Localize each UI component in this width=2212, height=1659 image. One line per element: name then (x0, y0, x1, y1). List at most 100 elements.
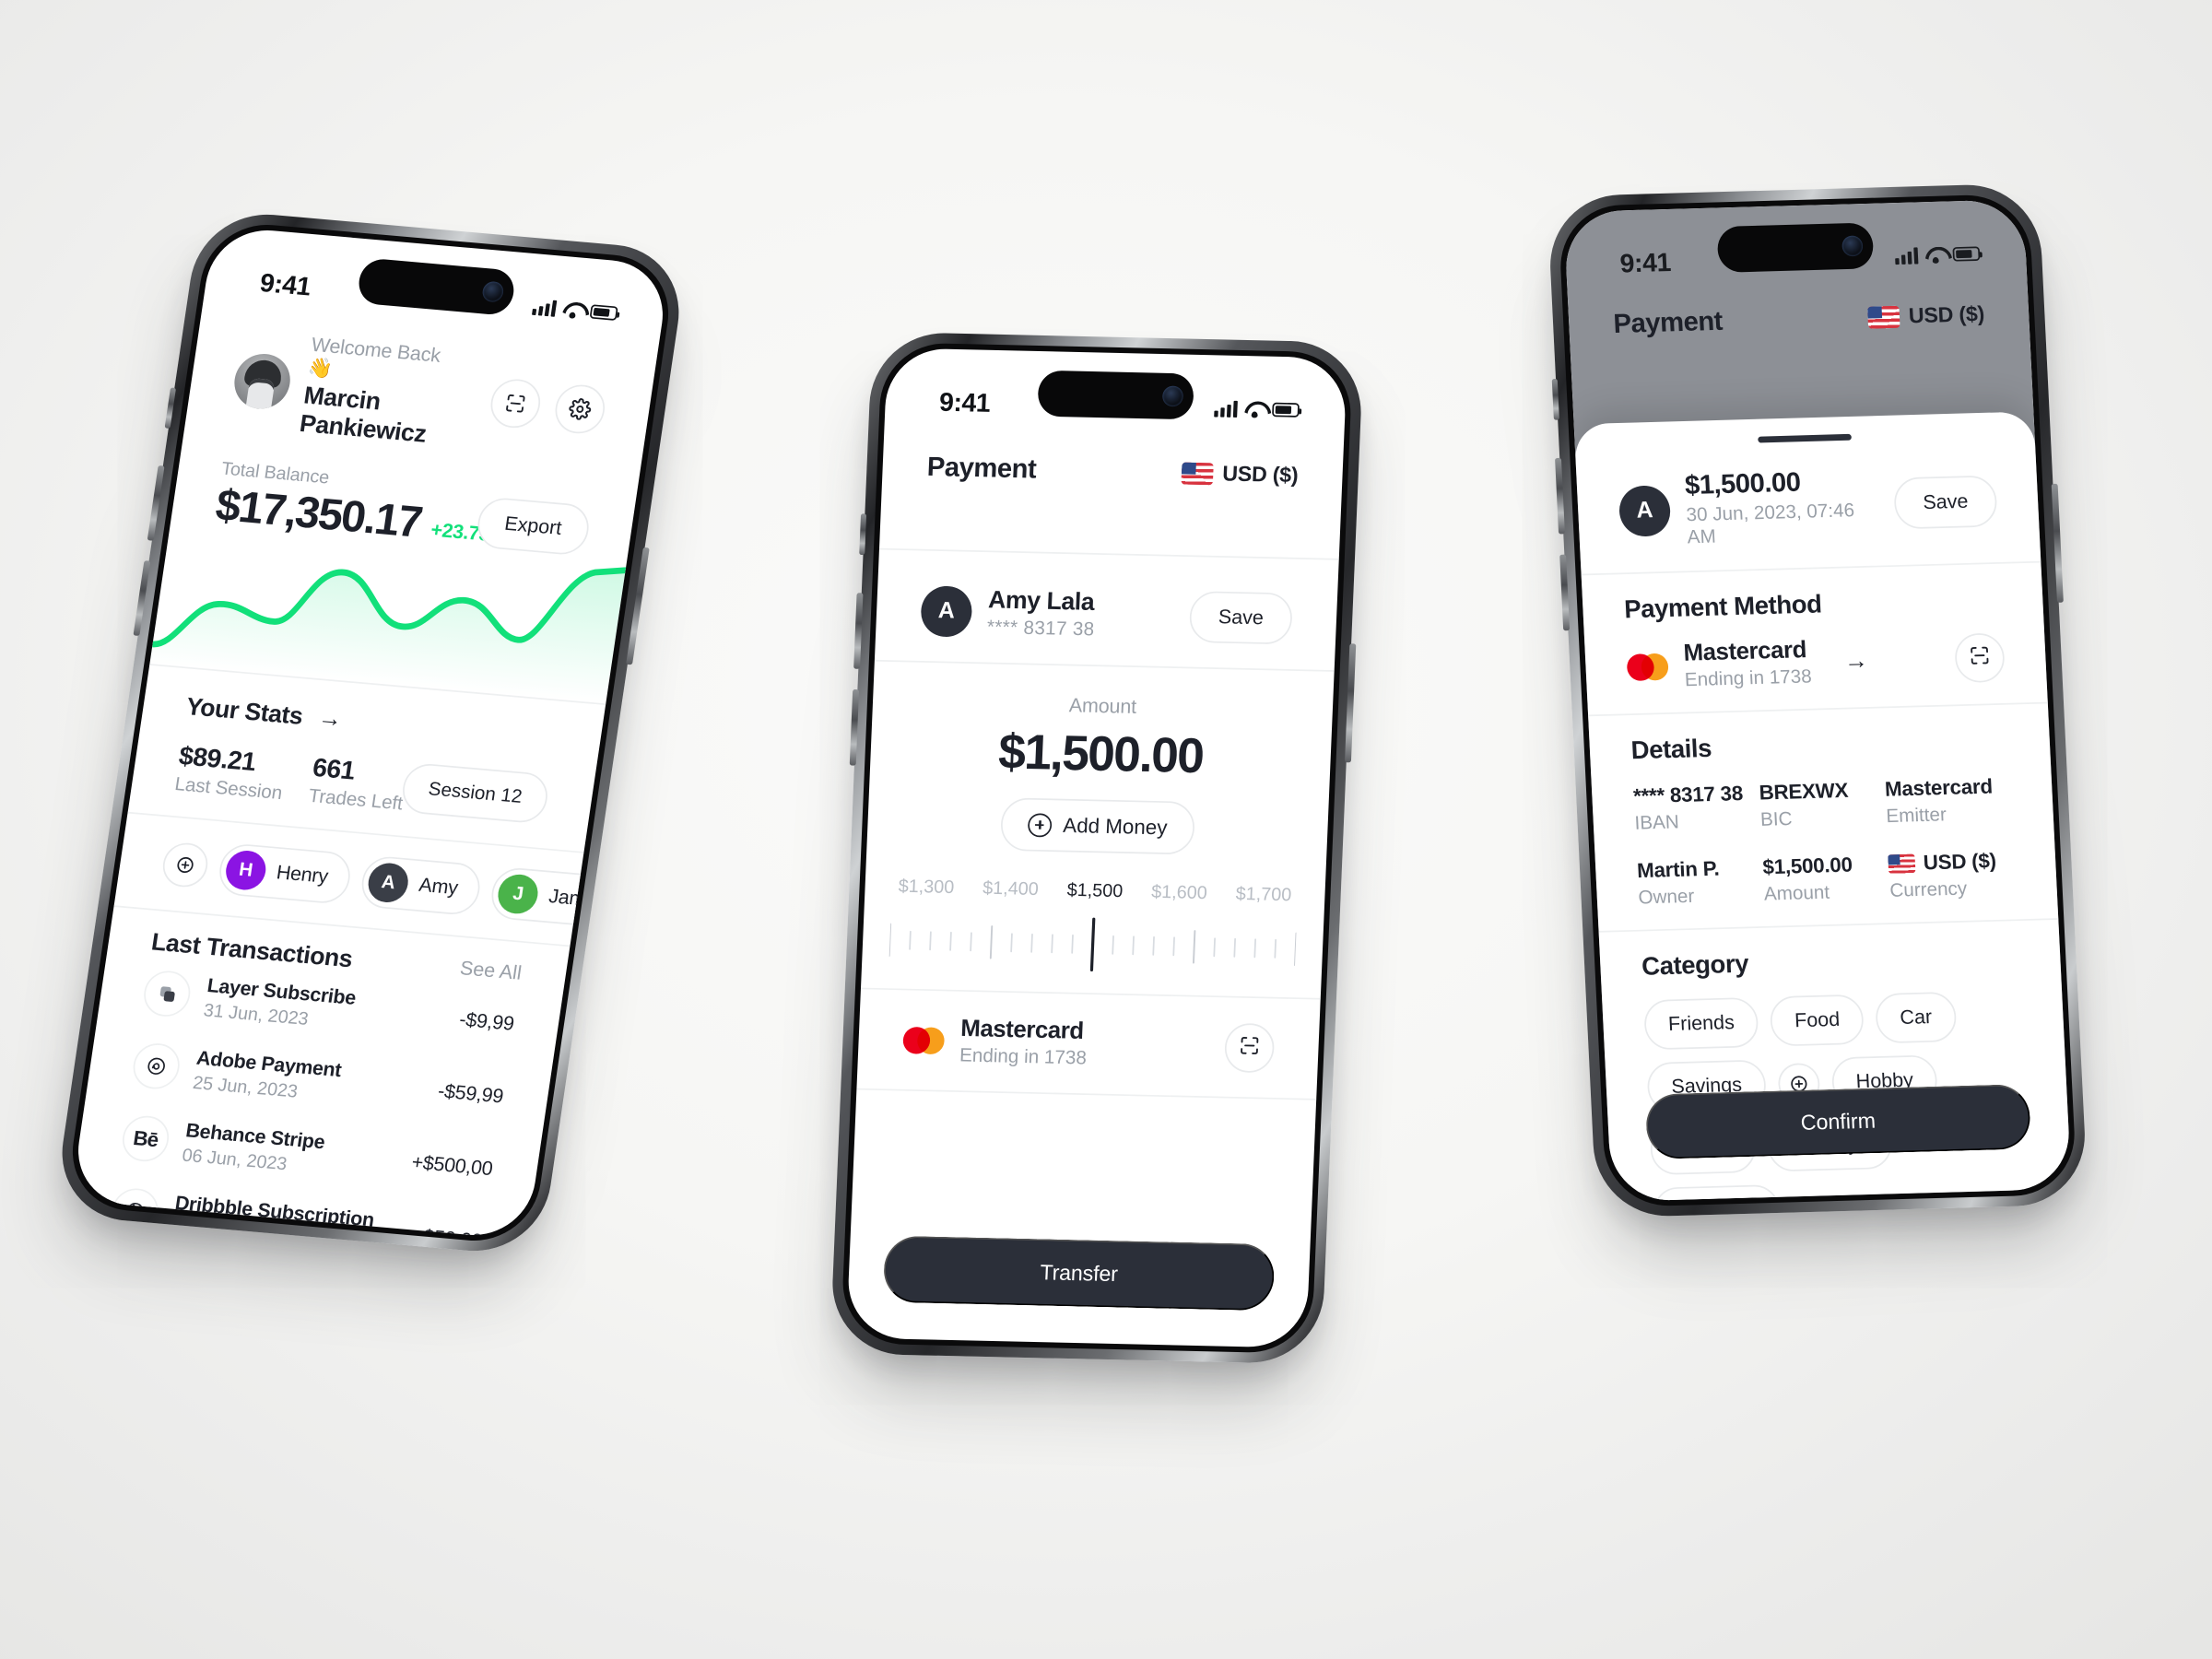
category-friends[interactable]: Friends (1642, 996, 1759, 1051)
tick-label: $1,300 (898, 875, 955, 898)
detail-iban: **** 8317 38 IBAN (1633, 781, 1761, 835)
detail-value: **** 8317 38 (1632, 781, 1744, 808)
payee-card-number: **** 8317 38 (986, 616, 1096, 641)
us-flag-icon (1888, 853, 1916, 874)
status-clock: 9:41 (258, 267, 313, 301)
avatar: H (223, 848, 269, 891)
volume-down-button[interactable] (849, 688, 860, 766)
transfer-button[interactable]: Transfer (882, 1235, 1276, 1312)
amount-value[interactable]: $1,500.00 (870, 721, 1332, 787)
volume-down-button[interactable] (1559, 554, 1571, 631)
gear-icon (568, 397, 593, 421)
stats-header[interactable]: Your Stats → (184, 692, 559, 753)
category-food[interactable]: Food (1770, 994, 1865, 1047)
volume-up-button[interactable] (853, 593, 864, 669)
tick-label: $1,700 (1235, 882, 1292, 905)
sheet-header: A $1,500.00 30 Jun, 2023, 07:46 AM Save (1575, 435, 2041, 574)
dynamic-island (1037, 370, 1194, 420)
cellular-signal-icon (1214, 400, 1238, 418)
mastercard-icon (1626, 653, 1669, 681)
layers-icon (140, 969, 194, 1018)
card-sub: Ending in 1738 (959, 1044, 1088, 1069)
power-button[interactable] (2051, 483, 2064, 603)
us-flag-icon (1181, 462, 1214, 485)
arrow-right-icon: → (1843, 647, 1869, 675)
detail-owner: Martin P. Owner (1636, 855, 1764, 910)
sheet-date: 30 Jun, 2023, 07:46 AM (1685, 500, 1855, 548)
detail-currency: USD ($) Currency (1888, 848, 2016, 902)
currency-label: USD ($) (1908, 301, 1985, 328)
details-screen: 9:41 Payment USD ($) A $1,500.00 30 Jun,… (1563, 199, 2072, 1202)
avatar: J (495, 872, 541, 915)
export-button[interactable]: Export (474, 495, 593, 557)
page-title: Payment (926, 452, 1037, 485)
category-software[interactable]: Software (1652, 1184, 1782, 1202)
payment-card-row[interactable]: Mastercard Ending in 1738 (856, 989, 1320, 1099)
category-car[interactable]: Car (1875, 991, 1958, 1044)
mute-switch[interactable] (1551, 378, 1559, 420)
greeting-block: Welcome Back 👋 Marcin Pankiewicz (298, 334, 467, 451)
person-chip-amy[interactable]: A Amy (359, 853, 484, 916)
settings-button[interactable] (551, 382, 608, 436)
volume-down-button[interactable] (133, 560, 151, 636)
details-grid: **** 8317 38 IBAN BREXWX BIC Mastercard … (1633, 773, 2017, 909)
avatar: A (1618, 484, 1672, 537)
person-name: James (547, 885, 584, 912)
status-clock: 9:41 (938, 386, 991, 418)
tick-label: $1,400 (982, 877, 1040, 900)
battery-icon (1272, 402, 1300, 418)
payee-row[interactable]: A Amy Lala **** 8317 38 Save (875, 549, 1339, 670)
us-flag-icon (1866, 305, 1900, 329)
scan-button[interactable] (1953, 631, 2006, 683)
person-chip-henry[interactable]: H Henry (216, 841, 354, 905)
page-title: Payment (1612, 305, 1724, 339)
scan-icon (504, 393, 527, 415)
details-section: Details **** 8317 38 IBAN BREXWX BIC Mas… (1588, 703, 2058, 931)
scan-button[interactable] (487, 377, 544, 430)
currency-selector[interactable]: USD ($) (1866, 301, 1985, 329)
mute-switch[interactable] (859, 513, 867, 556)
plus-icon (1027, 812, 1053, 838)
scan-button[interactable] (1223, 1022, 1276, 1073)
detail-label: Currency (1888, 877, 1968, 901)
arrow-right-icon: → (316, 704, 345, 733)
dynamic-island (356, 257, 517, 317)
status-indicators (1214, 400, 1300, 419)
avatar[interactable] (230, 351, 294, 412)
person-name: Henry (275, 861, 330, 888)
person-chip-james[interactable]: J James (488, 865, 584, 929)
currency-selector[interactable]: USD ($) (1181, 461, 1299, 488)
add-money-button[interactable]: Add Money (1000, 797, 1195, 855)
dribbble-icon (109, 1186, 161, 1236)
save-button[interactable]: Save (1893, 475, 1998, 530)
detail-label: IBAN (1634, 811, 1680, 834)
volume-up-button[interactable] (1555, 457, 1565, 535)
card-name: Mastercard (959, 1015, 1085, 1044)
section-title: Details (1630, 733, 1712, 765)
phone-details: 9:41 Payment USD ($) A $1,500.00 30 Jun,… (1547, 182, 2088, 1218)
stats-title: Your Stats (184, 691, 305, 730)
power-button[interactable] (1345, 643, 1357, 763)
status-indicators (1895, 245, 1981, 265)
detail-bic: BREXWX BIC (1759, 777, 1887, 831)
transactions-section: Last Transactions See All Layer Subscrib… (70, 907, 570, 1241)
camera-icon (481, 280, 505, 303)
transaction-amount: -$50,00 (415, 1224, 484, 1241)
see-all-link[interactable]: See All (458, 957, 524, 984)
save-button[interactable]: Save (1188, 591, 1294, 645)
volume-up-button[interactable] (147, 465, 165, 541)
sheet-amount: $1,500.00 (1684, 466, 1802, 500)
payment-method-row[interactable]: Mastercard Ending in 1738 → (1626, 631, 2006, 693)
detail-value: Mastercard (1884, 773, 1994, 801)
card-name: Mastercard (1682, 636, 1807, 666)
slider-tick-labels: $1,300 $1,400 $1,500 $1,600 $1,700 (891, 875, 1298, 905)
battery-icon (589, 304, 618, 321)
status-clock: 9:41 (1618, 247, 1672, 278)
payee-name: Amy Lala (987, 585, 1095, 616)
person-name: Amy (417, 873, 460, 900)
add-person-button[interactable] (159, 841, 211, 888)
mute-switch[interactable] (164, 387, 177, 429)
slider-ticks[interactable] (888, 906, 1298, 983)
amount-slider[interactable]: $1,300 $1,400 $1,500 $1,600 $1,700 (862, 875, 1325, 984)
confirm-button[interactable]: Confirm (1644, 1083, 2032, 1160)
